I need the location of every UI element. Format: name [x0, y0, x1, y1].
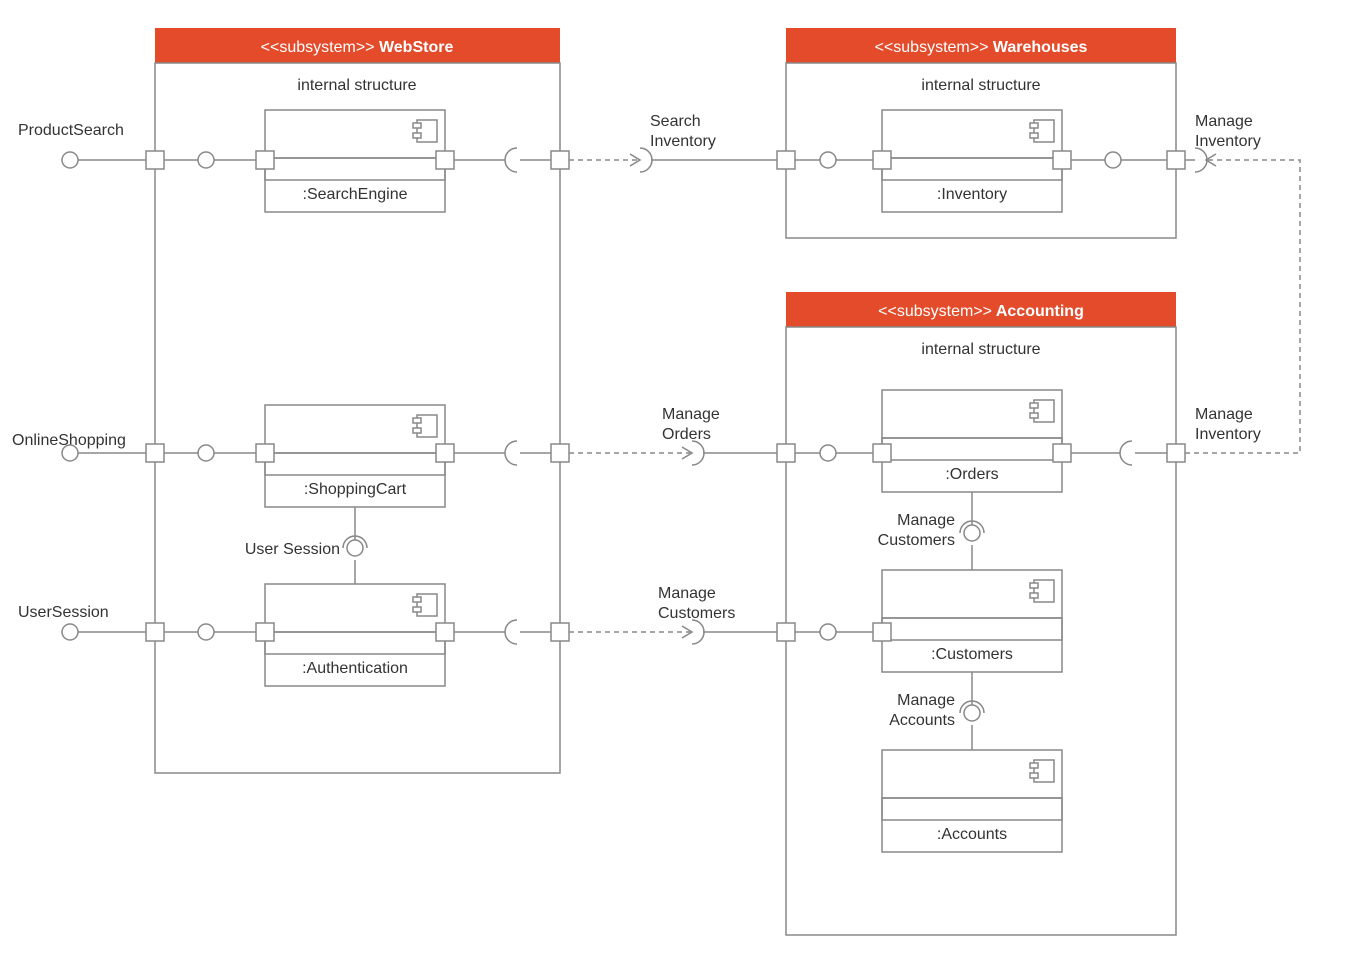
uml-diagram: <<subsystem>> WebStore internal structur…	[0, 0, 1364, 962]
external-online-shopping: OnlineShopping	[12, 432, 146, 461]
svg-text:Search: Search	[650, 113, 701, 130]
component-orders: :Orders	[873, 390, 1071, 492]
svg-text:Manage: Manage	[1195, 113, 1253, 130]
component-inventory: :Inventory	[873, 110, 1071, 212]
component-shopping-cart: :ShoppingCart	[256, 405, 454, 507]
svg-text:internal structure: internal structure	[921, 341, 1040, 358]
wire-left-cart	[164, 445, 256, 461]
link-search-inventory: Search Inventory	[569, 113, 777, 172]
wire-left-auth	[164, 624, 256, 640]
shopping-cart-label: :ShoppingCart	[304, 481, 407, 498]
svg-text::Orders: :Orders	[945, 466, 998, 483]
svg-text:Orders: Orders	[662, 426, 711, 443]
port-icon	[551, 623, 569, 641]
svg-text:Customers: Customers	[658, 605, 735, 622]
svg-text:Inventory: Inventory	[1195, 133, 1261, 150]
stereotype-label: <<subsystem>>	[261, 39, 375, 56]
svg-text:Manage: Manage	[897, 512, 955, 529]
component-customers: :Customers	[873, 570, 1062, 672]
wire-right-search	[454, 148, 551, 172]
svg-text:internal structure: internal structure	[921, 77, 1040, 94]
port-icon	[256, 444, 274, 462]
port-icon	[146, 444, 164, 462]
external-product-search: ProductSearch	[18, 122, 146, 168]
port-icon	[256, 623, 274, 641]
svg-text:Accounts: Accounts	[889, 712, 955, 729]
link-manage-customers: Manage Customers	[569, 585, 777, 644]
webstore-title: WebStore	[379, 39, 453, 56]
svg-text:Inventory: Inventory	[1195, 426, 1261, 443]
warehouses-title: Warehouses	[993, 39, 1088, 56]
port-icon	[551, 444, 569, 462]
svg-text:ProductSearch: ProductSearch	[18, 122, 124, 139]
svg-text:<<subsystem>> We: <<subsystem>> WebStore	[261, 39, 454, 56]
svg-text:Manage: Manage	[658, 585, 716, 602]
link-manage-orders: Manage Orders	[569, 406, 777, 465]
svg-text::Inventory: :Inventory	[937, 186, 1007, 203]
wire-left-search	[164, 152, 256, 168]
svg-text:Inventory: Inventory	[650, 133, 716, 150]
component-authentication: :Authentication	[256, 584, 454, 686]
port-icon	[436, 444, 454, 462]
component-search-engine: :SearchEngine	[256, 110, 454, 212]
subsystem-warehouses: <<subsystem>> Warehouses internal struct…	[777, 28, 1185, 238]
accounting-title: Accounting	[996, 303, 1084, 320]
svg-text:<<subsystem>> Accountin: <<subsystem>> Accounting	[878, 303, 1084, 320]
subsystem-webstore: <<subsystem>> WebStore internal structur…	[146, 28, 569, 773]
port-icon	[551, 151, 569, 169]
port-icon	[146, 151, 164, 169]
external-user-session: UserSession	[18, 604, 146, 640]
svg-text:<<subsystem>> Warehouse: <<subsystem>> Warehouses	[875, 39, 1088, 56]
search-engine-label: :SearchEngine	[303, 186, 408, 203]
internal-structure-label: internal structure	[297, 77, 416, 94]
port-icon	[256, 151, 274, 169]
svg-text:Manage: Manage	[1195, 406, 1253, 423]
port-icon	[436, 151, 454, 169]
wire-right-cart	[454, 441, 551, 465]
authentication-label: :Authentication	[302, 660, 408, 677]
port-icon	[146, 623, 164, 641]
component-accounts: :Accounts	[882, 750, 1062, 852]
svg-text:Customers: Customers	[878, 532, 955, 549]
svg-text:Manage: Manage	[897, 692, 955, 709]
port-icon	[436, 623, 454, 641]
subsystem-accounting: <<subsystem>> Accounting internal struct…	[777, 292, 1185, 935]
wire-right-auth	[454, 620, 551, 644]
user-session-label: User Session	[245, 541, 340, 558]
svg-text:UserSession: UserSession	[18, 604, 109, 621]
svg-text::Accounts: :Accounts	[937, 826, 1007, 843]
svg-text:Manage: Manage	[662, 406, 720, 423]
interface-lollipop	[347, 540, 363, 556]
svg-text::Customers: :Customers	[931, 646, 1013, 663]
